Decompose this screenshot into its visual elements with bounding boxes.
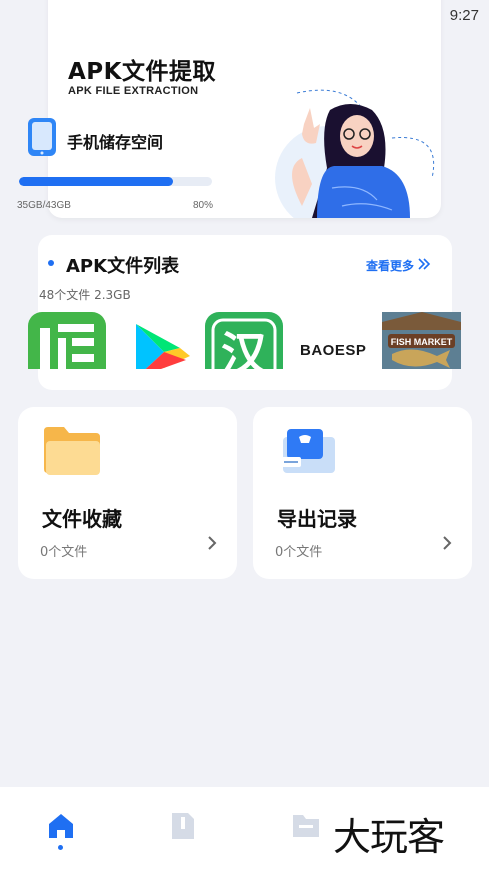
apk-list-meta: 48个文件 2.3GB [39,288,131,302]
chevron-right-icon [207,535,217,555]
fish-market-sign: FISH MARKET [391,337,453,347]
favorites-title: 文件收藏 [42,507,122,531]
screen: 9:27 APK文件提取 APK FILE EXTRACTION 手机储存空间 … [0,0,489,869]
nav-files-icon[interactable] [170,811,196,845]
storage-progress-fill [19,177,174,186]
double-chevron-right-icon [417,258,431,273]
list-bullet-dot [48,260,54,266]
baoesp-wordmark: BAOESP [300,342,367,359]
folder-icon [42,423,102,481]
storage-label: 手机储存空间 [67,133,164,152]
storage-used: 35GB/43GB [17,200,71,211]
nav-home-icon[interactable] [46,811,76,845]
app-icon-play[interactable] [124,312,194,369]
watermark-text: 大玩客 [333,815,445,859]
favorites-card[interactable]: 文件收藏 0个文件 [18,407,237,579]
apk-list-title: APK文件列表 [66,256,180,277]
toolbox-icon [277,423,337,481]
export-records-card[interactable]: 导出记录 0个文件 [253,407,472,579]
chevron-right-icon [442,535,452,555]
hero-title: APK文件提取 [68,59,216,85]
status-time: 9:27 [449,6,479,24]
woman-illustration [272,88,441,230]
hero-subtitle: APK FILE EXTRACTION [68,85,199,97]
app-icon-green[interactable] [28,312,106,369]
storage-progress-bar [19,177,212,186]
app-icon-fish-market[interactable]: FISH MARKET [382,312,461,369]
storage-percent: 80% [193,200,214,211]
phone-icon [27,117,57,161]
nav-folder-icon[interactable] [291,811,321,843]
view-more-link[interactable]: 查看更多 [366,257,431,274]
app-icon-han[interactable]: 汉 [205,312,283,369]
app-han-glyph: 汉 [221,327,268,369]
export-records-title: 导出记录 [277,507,357,531]
app-icon-baoesp[interactable]: BAOESP [300,312,370,369]
view-more-label: 查看更多 [366,259,415,273]
nav-active-dot [58,845,63,850]
export-records-count: 0个文件 [275,545,323,560]
favorites-count: 0个文件 [40,545,88,560]
